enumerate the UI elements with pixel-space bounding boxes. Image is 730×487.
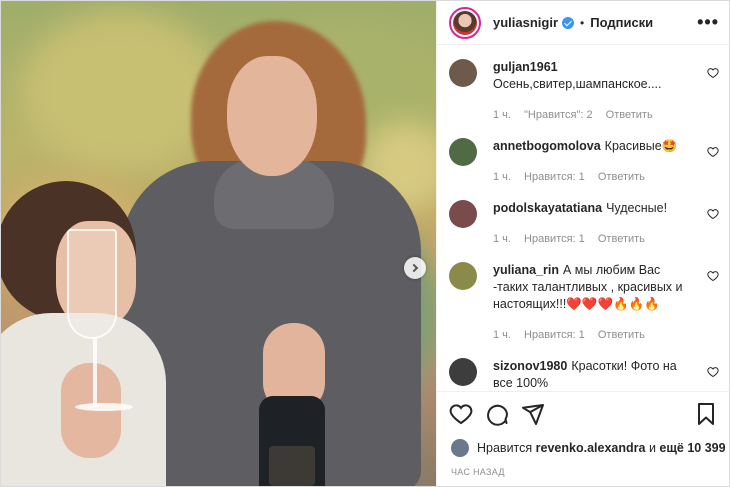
comment-body: sizonov1980 Красотки! Фото на все 100% <box>493 358 693 391</box>
like-comment-heart-icon[interactable] <box>707 270 719 282</box>
post-header: yuliasnigir • Подписки ••• <box>437 1 729 45</box>
glass-foot <box>75 403 133 411</box>
chevron-right-icon <box>409 263 419 273</box>
comment-item: sizonov1980 Красотки! Фото на все 100% <box>449 344 719 391</box>
author-avatar-image <box>453 10 477 35</box>
post-actions-bar <box>437 391 730 435</box>
comment-item: annetbogomolova Красивые🤩 1 ч. Нравится: … <box>449 124 719 186</box>
comment-meta: 1 ч. Нравится: 1 Ответить <box>493 169 693 186</box>
bottle-label <box>269 446 315 486</box>
comment-meta: 1 ч. Нравится: 1 Ответить <box>493 231 693 248</box>
comments-list[interactable]: guljan1961 Осень,свитер,шампанское.... 1… <box>437 45 729 391</box>
likes-others-count[interactable]: ещё 10 399 <box>659 441 725 455</box>
glass-stem <box>93 337 97 407</box>
liker-avatar[interactable] <box>451 439 469 457</box>
comment-username[interactable]: guljan1961 <box>493 60 558 74</box>
post-side-panel: yuliasnigir • Подписки ••• guljan1961 Ос… <box>436 1 730 486</box>
more-options-icon[interactable]: ••• <box>697 12 719 33</box>
comment-likes[interactable]: Нравится: 1 <box>524 329 585 341</box>
comment-username[interactable]: podolskayatatiana <box>493 201 602 215</box>
commenter-avatar[interactable] <box>449 59 477 87</box>
comment-meta: 1 ч. "Нравится": 2 Ответить <box>493 107 693 124</box>
comment-time: 1 ч. <box>493 329 511 341</box>
comment-body: annetbogomolova Красивые🤩 1 ч. Нравится: … <box>493 138 693 186</box>
comment-item: podolskayatatiana Чудесные! 1 ч. Нравится… <box>449 186 719 248</box>
comment-meta: 1 ч. Нравится: 1 Ответить <box>493 327 693 344</box>
separator-dot: • <box>580 15 585 30</box>
like-comment-heart-icon[interactable] <box>707 67 719 79</box>
comment-time: 1 ч. <box>493 233 511 245</box>
comment-reply-button[interactable]: Ответить <box>598 329 645 341</box>
comment-text: Красивые🤩 <box>604 139 678 153</box>
commenter-avatar[interactable] <box>449 200 477 228</box>
bg-foliage <box>21 11 221 171</box>
like-comment-heart-icon[interactable] <box>707 208 719 220</box>
comment-reply-button[interactable]: Ответить <box>598 233 645 245</box>
like-comment-heart-icon[interactable] <box>707 146 719 158</box>
comment-time: 1 ч. <box>493 109 511 121</box>
comment-body: guljan1961 Осень,свитер,шампанское.... 1… <box>493 59 693 124</box>
comment-item: guljan1961 Осень,свитер,шампанское.... 1… <box>449 45 719 124</box>
likes-prefix: Нравится <box>477 441 533 455</box>
comment-text: Чудесные! <box>606 201 668 215</box>
like-heart-icon[interactable] <box>449 402 473 426</box>
following-button[interactable]: Подписки <box>590 15 653 30</box>
comment-likes[interactable]: Нравится: 1 <box>524 171 585 183</box>
comment-item: yuliana_rin А мы любим Вас -таких талантл… <box>449 248 719 344</box>
liker-username[interactable]: revenko.alexandra <box>536 441 646 455</box>
comment-body: podolskayatatiana Чудесные! 1 ч. Нравится… <box>493 200 693 248</box>
verified-badge-icon <box>562 16 575 29</box>
comment-reply-button[interactable]: Ответить <box>598 171 645 183</box>
comment-time: 1 ч. <box>493 171 511 183</box>
bookmark-save-icon[interactable] <box>694 402 718 426</box>
post-timestamp[interactable]: ЧАС НАЗАД <box>451 467 505 477</box>
comment-bubble-icon[interactable] <box>485 402 509 426</box>
share-send-icon[interactable] <box>521 402 545 426</box>
author-avatar[interactable] <box>449 6 481 39</box>
likes-summary: Нравится revenko.alexandra и ещё 10 399 <box>451 439 726 457</box>
commenter-avatar[interactable] <box>449 262 477 290</box>
commenter-avatar[interactable] <box>449 138 477 166</box>
champagne-glass <box>67 229 117 339</box>
comment-body: yuliana_rin А мы любим Вас -таких талантл… <box>493 262 693 344</box>
comment-reply-button[interactable]: Ответить <box>606 109 653 121</box>
comment-text: Осень,свитер,шампанское.... <box>493 77 662 91</box>
commenter-avatar[interactable] <box>449 358 477 386</box>
woman-right-face <box>227 56 317 176</box>
comment-username[interactable]: sizonov1980 <box>493 359 567 373</box>
comment-username[interactable]: yuliana_rin <box>493 263 559 277</box>
author-username[interactable]: yuliasnigir <box>493 15 558 30</box>
comment-likes[interactable]: "Нравится": 2 <box>524 109 593 121</box>
post-modal: yuliasnigir • Подписки ••• guljan1961 Ос… <box>0 0 730 487</box>
next-photo-button[interactable] <box>404 257 426 279</box>
post-photo[interactable] <box>1 1 436 486</box>
like-comment-heart-icon[interactable] <box>707 366 719 378</box>
likes-and: и <box>648 441 656 455</box>
comment-likes[interactable]: Нравится: 1 <box>524 233 585 245</box>
comment-username[interactable]: annetbogomolova <box>493 139 601 153</box>
